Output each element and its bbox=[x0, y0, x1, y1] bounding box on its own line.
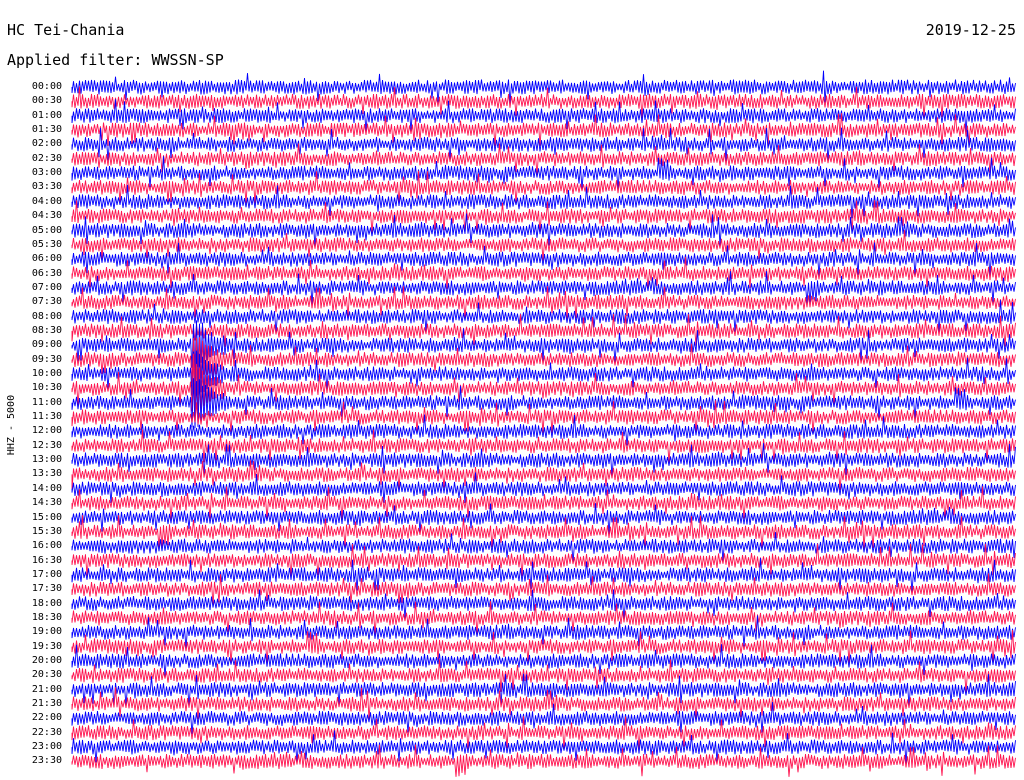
time-label: 19:30 bbox=[31, 640, 62, 652]
time-label: 00:30 bbox=[31, 95, 62, 107]
time-label: 20:00 bbox=[31, 655, 62, 666]
time-label: 18:30 bbox=[31, 611, 62, 623]
time-label: 08:30 bbox=[31, 324, 62, 336]
time-label: 01:30 bbox=[31, 124, 62, 136]
time-label: 03:30 bbox=[31, 181, 62, 193]
time-label: 06:00 bbox=[31, 253, 62, 265]
time-label: 17:00 bbox=[31, 568, 62, 580]
time-label: 21:00 bbox=[31, 683, 62, 695]
seismogram-plot bbox=[71, 70, 1016, 777]
time-label: 10:00 bbox=[31, 368, 62, 379]
time-label: 16:30 bbox=[31, 554, 62, 566]
time-label: 09:30 bbox=[31, 353, 62, 365]
time-label: 17:30 bbox=[31, 583, 62, 595]
time-label: 12:30 bbox=[31, 439, 62, 451]
time-label: 22:30 bbox=[31, 726, 62, 738]
time-label: 01:00 bbox=[31, 109, 62, 121]
time-label: 15:30 bbox=[31, 525, 62, 537]
time-label: 11:30 bbox=[31, 411, 62, 423]
time-label: 16:00 bbox=[31, 540, 62, 552]
time-label: 07:00 bbox=[31, 281, 62, 293]
time-label: 09:00 bbox=[31, 339, 62, 351]
time-label: 23:30 bbox=[31, 755, 62, 767]
time-label: 10:30 bbox=[31, 382, 62, 394]
time-label: 05:30 bbox=[31, 238, 62, 250]
time-label: 18:00 bbox=[31, 597, 62, 609]
time-label: 03:00 bbox=[31, 167, 62, 179]
time-label: 02:00 bbox=[31, 138, 62, 150]
time-label: 04:30 bbox=[31, 210, 62, 222]
time-label: 13:30 bbox=[31, 468, 62, 480]
time-label: 15:00 bbox=[31, 511, 62, 523]
time-label: 14:00 bbox=[31, 482, 62, 494]
time-label: 02:30 bbox=[31, 152, 62, 164]
time-label: 14:30 bbox=[31, 497, 62, 509]
time-label: 08:00 bbox=[31, 310, 62, 322]
time-label: 05:00 bbox=[31, 224, 62, 236]
time-label: 13:00 bbox=[31, 454, 62, 466]
time-label: 04:00 bbox=[31, 195, 62, 207]
time-label: 12:00 bbox=[31, 425, 62, 437]
channel-label: HHZ - 5000 bbox=[6, 394, 17, 456]
time-label: 20:30 bbox=[31, 669, 62, 681]
time-label: 19:00 bbox=[31, 626, 62, 638]
time-label: 22:00 bbox=[31, 712, 62, 724]
time-label: 21:30 bbox=[31, 698, 62, 710]
time-label: 00:00 bbox=[31, 81, 62, 92]
time-label: 06:30 bbox=[31, 267, 62, 279]
time-label: 07:30 bbox=[31, 296, 62, 308]
time-label: 11:00 bbox=[31, 396, 62, 408]
time-label: 23:00 bbox=[31, 741, 62, 753]
